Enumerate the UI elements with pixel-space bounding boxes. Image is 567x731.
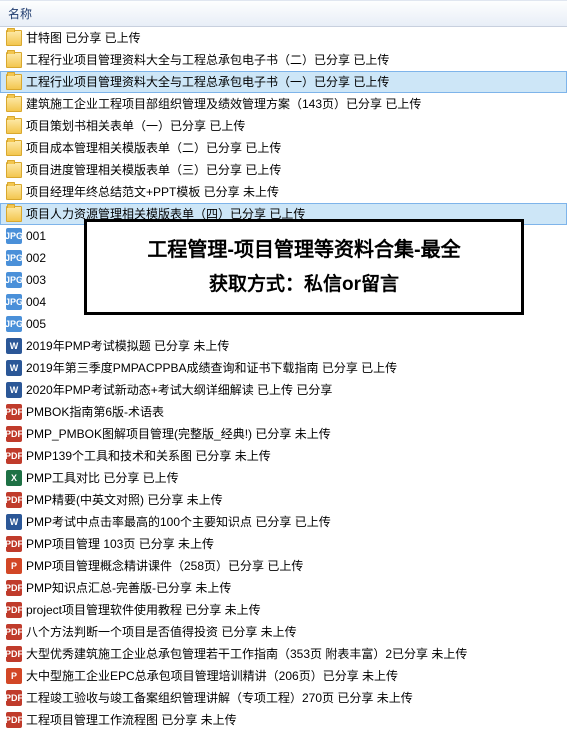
folder-icon xyxy=(6,96,22,112)
file-row[interactable]: JPG005 xyxy=(0,313,567,335)
column-header[interactable]: 名称 xyxy=(0,0,567,27)
file-explorer: 名称 甘特图 已分享 已上传工程行业项目管理资料大全与工程总承包电子书（二）已分… xyxy=(0,0,567,731)
ppt-icon: P xyxy=(6,668,22,684)
file-row[interactable]: PDFPMP项目管理 103页 已分享 未上传 xyxy=(0,533,567,555)
file-row[interactable]: PDFPMP精要(中英文对照) 已分享 未上传 xyxy=(0,489,567,511)
file-name-label: 项目进度管理相关模版表单（三）已分享 已上传 xyxy=(26,161,281,179)
file-row[interactable]: PDF大型优秀建筑施工企业总承包管理若干工作指南（353页 附表丰富）2已分享 … xyxy=(0,643,567,665)
file-row[interactable]: 建筑施工企业工程项目部组织管理及绩效管理方案（143页）已分享 已上传 xyxy=(0,93,567,115)
file-name-label: 项目成本管理相关模版表单（二）已分享 已上传 xyxy=(26,139,281,157)
xls-icon: X xyxy=(6,470,22,486)
doc-icon: W xyxy=(6,338,22,354)
file-name-label: PMP项目管理 103页 已分享 未上传 xyxy=(26,535,214,553)
file-name-label: 八个方法判断一个项目是否值得投资 已分享 未上传 xyxy=(26,623,297,641)
file-name-label: 工程行业项目管理资料大全与工程总承包电子书（二）已分享 已上传 xyxy=(26,51,389,69)
folder-icon xyxy=(6,184,22,200)
file-name-label: PMP139个工具和技术和关系图 已分享 未上传 xyxy=(26,447,271,465)
file-row[interactable]: WPMP考试中点击率最高的100个主要知识点 已分享 已上传 xyxy=(0,511,567,533)
file-name-label: 项目经理年终总结范文+PPT模板 已分享 未上传 xyxy=(26,183,279,201)
pdf-icon: PDF xyxy=(6,426,22,442)
folder-icon xyxy=(6,74,22,90)
file-name-label: PMP工具对比 已分享 已上传 xyxy=(26,469,179,487)
folder-icon xyxy=(6,118,22,134)
file-name-label: PMP精要(中英文对照) 已分享 未上传 xyxy=(26,491,223,509)
file-name-label: 工程项目管理工作流程图 已分享 未上传 xyxy=(26,711,237,729)
file-name-label: 大型优秀建筑施工企业总承包管理若干工作指南（353页 附表丰富）2已分享 未上传 xyxy=(26,645,467,663)
pdf-icon: PDF xyxy=(6,646,22,662)
file-name-label: 003 xyxy=(26,271,46,289)
file-row[interactable]: 项目策划书相关表单（一）已分享 已上传 xyxy=(0,115,567,137)
file-name-label: 2020年PMP考试新动态+考试大纲详细解读 已上传 已分享 xyxy=(26,381,332,399)
pdf-icon: PDF xyxy=(6,624,22,640)
doc-icon: W xyxy=(6,514,22,530)
column-name-label: 名称 xyxy=(8,7,32,21)
folder-icon xyxy=(6,140,22,156)
file-name-label: 项目策划书相关表单（一）已分享 已上传 xyxy=(26,117,245,135)
file-name-label: 005 xyxy=(26,315,46,333)
file-name-label: 建筑施工企业工程项目部组织管理及绩效管理方案（143页）已分享 已上传 xyxy=(26,95,421,113)
file-name-label: project项目管理软件使用教程 已分享 未上传 xyxy=(26,601,261,619)
file-row[interactable]: W2020年PMP考试新动态+考试大纲详细解读 已上传 已分享 xyxy=(0,379,567,401)
file-name-label: 2019年第三季度PMPACPPBA成绩查询和证书下载指南 已分享 已上传 xyxy=(26,359,397,377)
folder-icon xyxy=(6,206,22,222)
file-row[interactable]: PDF八个方法判断一个项目是否值得投资 已分享 未上传 xyxy=(0,621,567,643)
file-name-label: 工程竣工验收与竣工备案组织管理讲解（专项工程）270页 已分享 未上传 xyxy=(26,689,413,707)
file-name-label: 2019年PMP考试模拟题 已分享 未上传 xyxy=(26,337,229,355)
file-row[interactable]: PDFPMP知识点汇总-完善版-已分享 未上传 xyxy=(0,577,567,599)
file-name-label: PMP知识点汇总-完善版-已分享 未上传 xyxy=(26,579,231,597)
jpg-icon: JPG xyxy=(6,272,22,288)
jpg-icon: JPG xyxy=(6,228,22,244)
overlay-banner: 工程管理-项目管理等资料合集-最全 获取方式：私信or留言 xyxy=(84,219,524,315)
pdf-icon: PDF xyxy=(6,712,22,728)
file-row[interactable]: 项目进度管理相关模版表单（三）已分享 已上传 xyxy=(0,159,567,181)
file-name-label: 001 xyxy=(26,227,46,245)
pdf-icon: PDF xyxy=(6,448,22,464)
file-row[interactable]: PDF工程项目管理工作流程图 已分享 未上传 xyxy=(0,709,567,731)
file-name-label: 大中型施工企业EPC总承包项目管理培训精讲（206页）已分享 未上传 xyxy=(26,667,398,685)
folder-icon xyxy=(6,30,22,46)
jpg-icon: JPG xyxy=(6,250,22,266)
file-name-label: PMP考试中点击率最高的100个主要知识点 已分享 已上传 xyxy=(26,513,331,531)
doc-icon: W xyxy=(6,382,22,398)
file-row[interactable]: PDFPMBOK指南第6版-术语表 xyxy=(0,401,567,423)
file-list: 甘特图 已分享 已上传工程行业项目管理资料大全与工程总承包电子书（二）已分享 已… xyxy=(0,27,567,731)
overlay-line2: 获取方式：私信or留言 xyxy=(105,268,503,302)
file-name-label: PMBOK指南第6版-术语表 xyxy=(26,403,164,421)
file-row[interactable]: PPMP项目管理概念精讲课件（258页）已分享 已上传 xyxy=(0,555,567,577)
pdf-icon: PDF xyxy=(6,536,22,552)
jpg-icon: JPG xyxy=(6,316,22,332)
file-row[interactable]: W2019年PMP考试模拟题 已分享 未上传 xyxy=(0,335,567,357)
file-row[interactable]: 项目经理年终总结范文+PPT模板 已分享 未上传 xyxy=(0,181,567,203)
file-name-label: PMP项目管理概念精讲课件（258页）已分享 已上传 xyxy=(26,557,303,575)
file-row[interactable]: XPMP工具对比 已分享 已上传 xyxy=(0,467,567,489)
file-row[interactable]: 工程行业项目管理资料大全与工程总承包电子书（一）已分享 已上传 xyxy=(0,71,567,93)
file-row[interactable]: PDFPMP_PMBOK图解项目管理(完整版_经典!) 已分享 未上传 xyxy=(0,423,567,445)
pdf-icon: PDF xyxy=(6,492,22,508)
file-row[interactable]: W2019年第三季度PMPACPPBA成绩查询和证书下载指南 已分享 已上传 xyxy=(0,357,567,379)
pdf-icon: PDF xyxy=(6,602,22,618)
pdf-icon: PDF xyxy=(6,690,22,706)
file-row[interactable]: PDFPMP139个工具和技术和关系图 已分享 未上传 xyxy=(0,445,567,467)
file-row[interactable]: P大中型施工企业EPC总承包项目管理培训精讲（206页）已分享 未上传 xyxy=(0,665,567,687)
file-name-label: 004 xyxy=(26,293,46,311)
file-row[interactable]: PDFproject项目管理软件使用教程 已分享 未上传 xyxy=(0,599,567,621)
file-row[interactable]: 工程行业项目管理资料大全与工程总承包电子书（二）已分享 已上传 xyxy=(0,49,567,71)
folder-icon xyxy=(6,162,22,178)
ppt-icon: P xyxy=(6,558,22,574)
file-name-label: 002 xyxy=(26,249,46,267)
folder-icon xyxy=(6,52,22,68)
jpg-icon: JPG xyxy=(6,294,22,310)
file-name-label: 甘特图 已分享 已上传 xyxy=(26,29,141,47)
overlay-line1: 工程管理-项目管理等资料合集-最全 xyxy=(105,232,503,268)
file-name-label: 工程行业项目管理资料大全与工程总承包电子书（一）已分享 已上传 xyxy=(26,73,389,91)
pdf-icon: PDF xyxy=(6,404,22,420)
file-row[interactable]: 项目成本管理相关模版表单（二）已分享 已上传 xyxy=(0,137,567,159)
pdf-icon: PDF xyxy=(6,580,22,596)
file-row[interactable]: 甘特图 已分享 已上传 xyxy=(0,27,567,49)
file-name-label: PMP_PMBOK图解项目管理(完整版_经典!) 已分享 未上传 xyxy=(26,425,331,443)
doc-icon: W xyxy=(6,360,22,376)
